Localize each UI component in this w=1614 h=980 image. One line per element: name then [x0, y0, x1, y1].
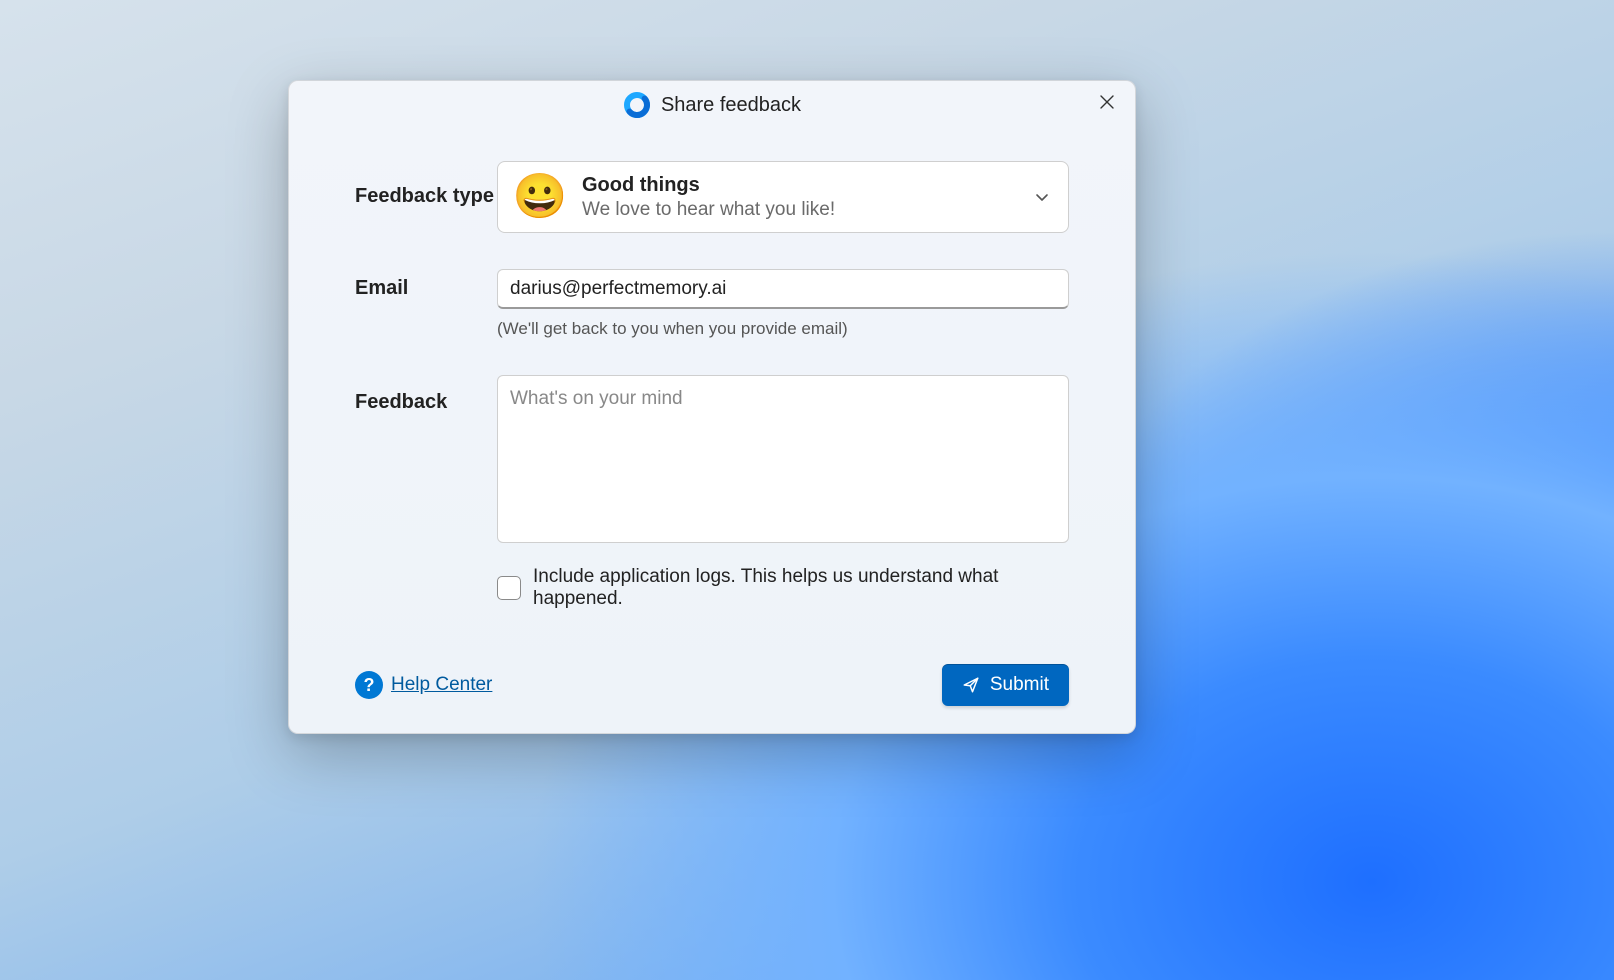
dialog-title: Share feedback	[661, 94, 801, 117]
submit-button[interactable]: Submit	[942, 664, 1069, 706]
row-feedback: Feedback Include application logs. This …	[355, 375, 1069, 610]
feedback-type-title: Good things	[582, 172, 1016, 198]
label-feedback-type: Feedback type	[355, 161, 497, 208]
dialog-body: Feedback type 😀 Good things We love to h…	[289, 129, 1135, 637]
email-input[interactable]	[497, 269, 1069, 309]
submit-label: Submit	[990, 674, 1049, 696]
app-ring-icon	[623, 91, 651, 119]
label-email: Email	[355, 269, 497, 300]
row-email: Email (We'll get back to you when you pr…	[355, 269, 1069, 339]
row-feedback-type: Feedback type 😀 Good things We love to h…	[355, 161, 1069, 233]
dialog-footer: ? Help Center Submit	[289, 637, 1135, 733]
grinning-face-icon: 😀	[514, 171, 566, 223]
share-feedback-dialog: Share feedback Feedback type 😀 Good thin…	[288, 80, 1136, 734]
close-button[interactable]	[1087, 87, 1127, 119]
chevron-down-icon	[1032, 190, 1052, 204]
include-logs-checkbox[interactable]	[497, 576, 521, 600]
help-center-label: Help Center	[391, 674, 492, 696]
feedback-type-select[interactable]: 😀 Good things We love to hear what you l…	[497, 161, 1069, 233]
feedback-type-subtitle: We love to hear what you like!	[582, 198, 1016, 223]
email-hint: (We'll get back to you when you provide …	[497, 319, 1069, 339]
help-center-link[interactable]: ? Help Center	[355, 671, 492, 699]
feedback-textarea[interactable]	[497, 375, 1069, 543]
include-logs-label: Include application logs. This helps us …	[533, 566, 1069, 610]
include-logs-row: Include application logs. This helps us …	[497, 566, 1069, 610]
label-feedback: Feedback	[355, 375, 497, 414]
dialog-header: Share feedback	[289, 81, 1135, 129]
send-icon	[962, 676, 980, 694]
close-icon	[1100, 95, 1114, 112]
help-icon: ?	[355, 671, 383, 699]
